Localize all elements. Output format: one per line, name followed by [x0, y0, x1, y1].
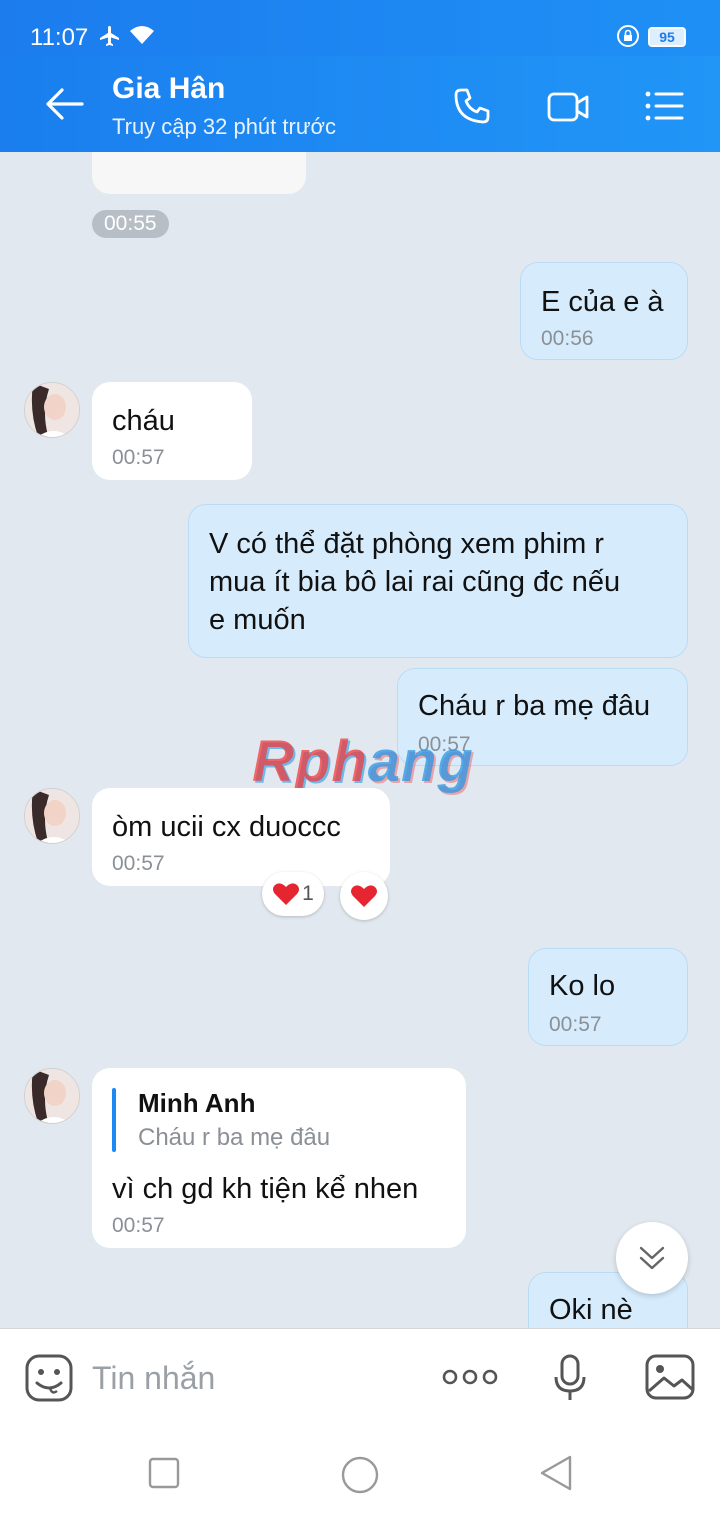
phone-call-icon[interactable]	[452, 86, 492, 126]
home-icon[interactable]	[341, 1456, 379, 1494]
heart-icon	[273, 883, 300, 905]
microphone-icon[interactable]	[552, 1353, 588, 1403]
rotation-lock-icon	[617, 25, 639, 47]
message-time: 00:57	[549, 1013, 602, 1036]
react-heart-button[interactable]	[340, 872, 388, 920]
message-bubble-partial[interactable]	[92, 152, 306, 194]
message-bubble-reply[interactable]: Minh Anh Cháu r ba mẹ đâu vì ch gd kh ti…	[92, 1068, 466, 1248]
message-input[interactable]	[92, 1357, 412, 1399]
scroll-to-bottom-button[interactable]	[616, 1222, 688, 1294]
avatar-image	[25, 383, 79, 437]
airplane-mode-icon	[100, 26, 119, 46]
avatar[interactable]	[24, 1068, 80, 1124]
chat-header: Gia Hân Truy cập 32 phút trước	[0, 56, 720, 152]
more-options-icon[interactable]	[442, 1365, 498, 1389]
reaction-count: 1	[302, 882, 314, 905]
battery-indicator: 95	[648, 27, 686, 47]
message-text: vì ch gd kh tiện kể nhen	[112, 1173, 419, 1205]
message-bubble-incoming[interactable]: òm ucii cx duoccc 00:57	[92, 788, 390, 886]
heart-icon	[351, 885, 377, 907]
back-arrow-icon[interactable]	[42, 84, 86, 124]
message-time: 00:57	[112, 852, 165, 875]
message-time: 00:56	[541, 327, 594, 350]
message-text: V có thể đặt phòng xem phim r mua ít bia…	[209, 528, 621, 636]
reaction-summary[interactable]: 1	[262, 872, 324, 916]
message-bubble-outgoing[interactable]: V có thể đặt phòng xem phim r mua ít bia…	[188, 504, 688, 658]
sticker-emoji-icon[interactable]	[24, 1353, 74, 1403]
image-gallery-icon[interactable]	[644, 1353, 696, 1401]
quoted-sender-name: Minh Anh	[138, 1088, 256, 1118]
message-text: Cháu r ba mẹ đâu	[418, 690, 651, 722]
chat-messages-area[interactable]: 00:55 E của e à 00:56 cháu 00:57 V có th…	[0, 152, 720, 1328]
message-text: E của e à	[541, 286, 664, 318]
double-chevron-down-icon	[639, 1246, 665, 1270]
message-time: 00:57	[112, 446, 165, 469]
status-time: 11:07	[30, 24, 89, 51]
message-bubble-outgoing[interactable]: E của e à 00:56	[520, 262, 688, 360]
video-call-icon[interactable]	[546, 86, 590, 126]
quoted-message-text: Cháu r ba mẹ đâu	[138, 1124, 331, 1151]
message-text: cháu	[112, 405, 175, 437]
wifi-icon	[130, 26, 154, 44]
avatar-image	[25, 789, 79, 843]
contact-last-seen: Truy cập 32 phút trước	[112, 114, 336, 139]
watermark-logo: Rphang	[252, 729, 474, 794]
message-text: òm ucii cx duoccc	[112, 811, 341, 843]
recent-apps-icon[interactable]	[148, 1457, 180, 1489]
message-bubble-outgoing[interactable]: Ko lo 00:57	[528, 948, 688, 1046]
quote-bar	[112, 1088, 116, 1152]
avatar[interactable]	[24, 382, 80, 438]
message-text: Ko lo	[549, 970, 616, 1002]
options-menu-icon[interactable]	[644, 86, 684, 126]
status-bar: 11:07 95	[0, 0, 720, 56]
message-time: 00:57	[112, 1214, 165, 1237]
contact-name[interactable]: Gia Hân	[112, 72, 225, 106]
avatar[interactable]	[24, 788, 80, 844]
message-bubble-incoming[interactable]: cháu 00:57	[92, 382, 252, 480]
message-text: Oki nè	[549, 1294, 633, 1326]
message-composer	[0, 1328, 720, 1424]
avatar-image	[25, 1069, 79, 1123]
time-pill: 00:55	[92, 210, 169, 238]
system-navigation-bar	[0, 1424, 720, 1520]
system-back-icon[interactable]	[538, 1454, 574, 1492]
